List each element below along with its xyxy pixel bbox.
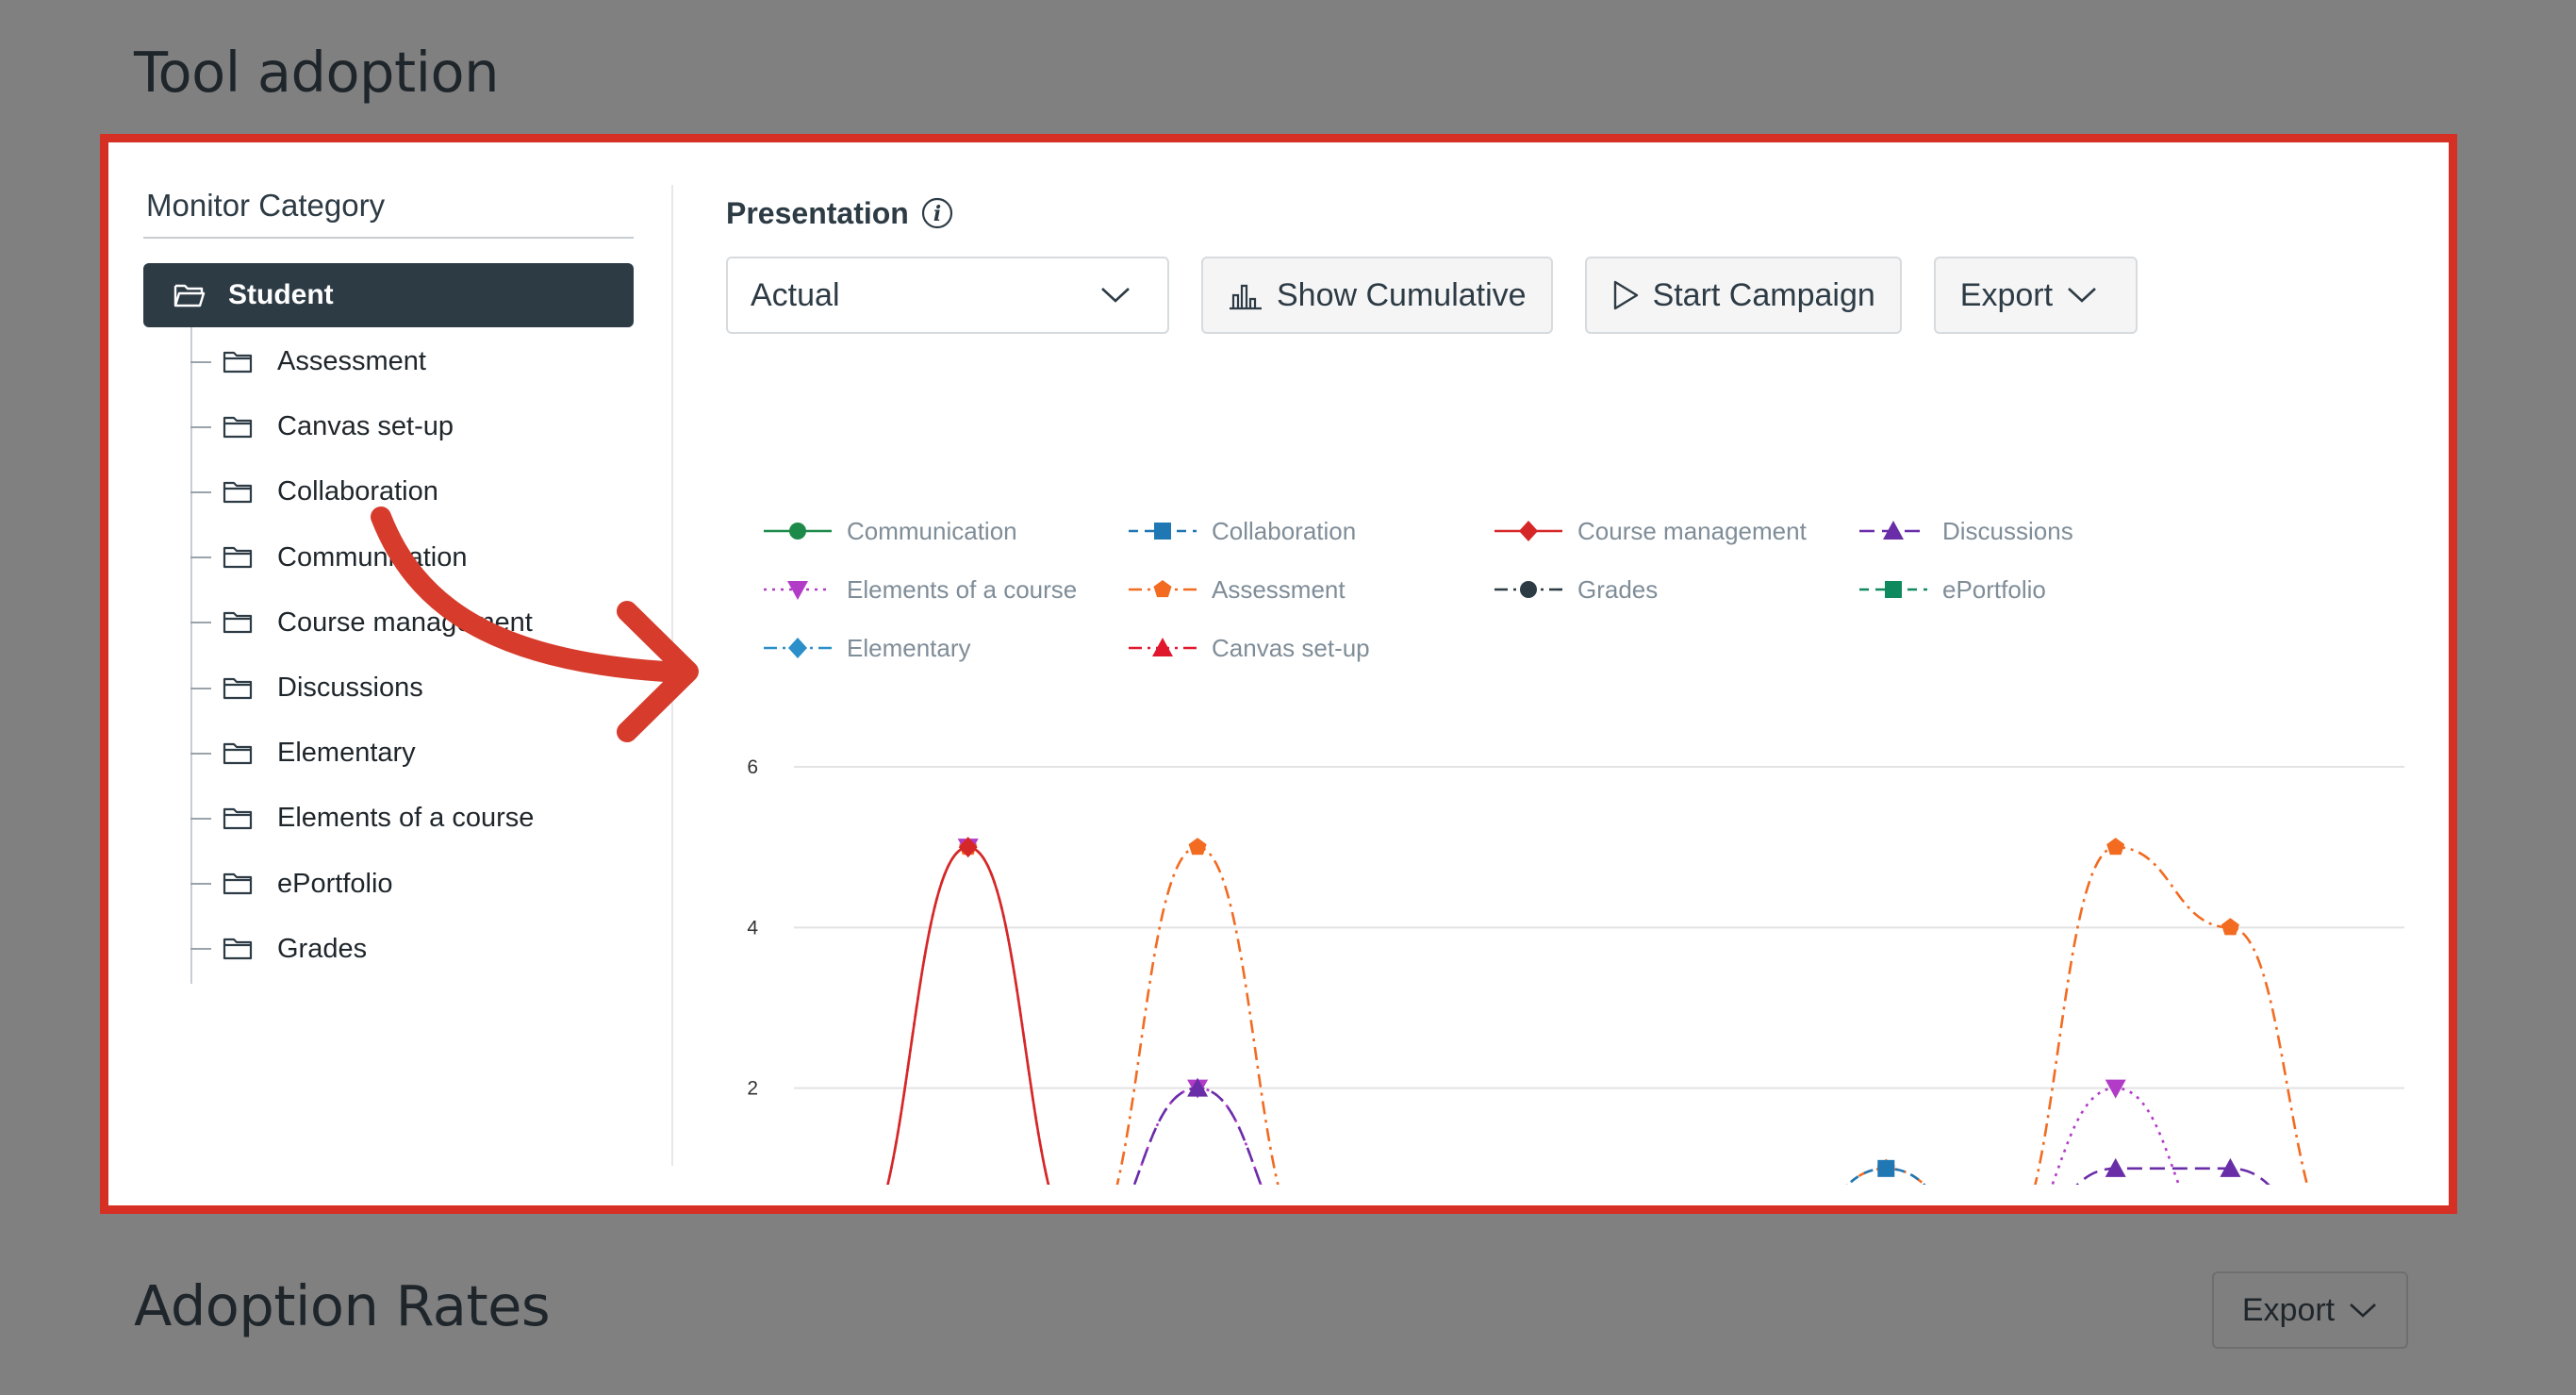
tree-item-course-management[interactable]: Course management xyxy=(190,590,634,656)
legend-item: Assessment xyxy=(1129,575,1346,604)
tree-item-label: Canvas set-up xyxy=(277,411,454,442)
legend-label: Elements of a course xyxy=(847,575,1077,604)
series-line xyxy=(886,845,2309,1185)
series-collaboration xyxy=(1846,1159,1926,1185)
legend-label: ePortfolio xyxy=(1942,575,2046,604)
tree-item-canvas-set-up[interactable]: Canvas set-up xyxy=(190,394,634,459)
legend-label: Elementary xyxy=(847,634,971,662)
tree-item-eportfolio[interactable]: ePortfolio xyxy=(190,852,634,917)
tree-item-communication[interactable]: Communication xyxy=(190,525,634,590)
tree-connector xyxy=(190,752,211,755)
legend-item: ePortfolio xyxy=(1859,575,2046,604)
series-line xyxy=(886,845,2181,1185)
tree-item-label: Discussions xyxy=(277,673,423,704)
chart-area: Presentation i Actual Show Cumulative St… xyxy=(726,185,2433,1185)
tree-connector xyxy=(190,948,211,951)
folder-icon xyxy=(223,481,253,504)
tree-item-label: Grades xyxy=(277,933,368,964)
adoption-line-chart: 0246Week 37Week 38Week 39Week 40Week 41W… xyxy=(747,517,2404,1185)
monitor-category-sidebar: Monitor Category Student Assessment Canv… xyxy=(143,178,634,1183)
legend-item: Canvas set-up xyxy=(1129,634,1370,662)
tree-item-label: Course management xyxy=(277,606,533,638)
adoption-rates-export-label: Export xyxy=(2241,1291,2336,1328)
chevron-down-icon xyxy=(2350,1304,2377,1318)
y-tick-label: 4 xyxy=(747,917,758,938)
folder-icon xyxy=(223,742,253,764)
y-tick-label: 2 xyxy=(747,1078,758,1100)
tree-item-label: Elementary xyxy=(277,738,416,769)
folder-icon xyxy=(223,938,253,960)
legend-item: Discussions xyxy=(1859,517,2073,545)
data-point xyxy=(2221,918,2239,936)
legend-marker xyxy=(789,523,806,540)
tree-connector xyxy=(190,817,211,820)
tree-connector xyxy=(190,360,211,363)
sidebar-header: Monitor Category xyxy=(143,178,634,239)
legend-label: Assessment xyxy=(1212,575,1346,604)
tree-connector xyxy=(190,556,211,559)
folder-icon xyxy=(223,807,253,830)
folder-icon xyxy=(223,351,253,373)
tree-item-discussions[interactable]: Discussions xyxy=(190,656,634,721)
tree-connector xyxy=(190,687,211,689)
tree-connector xyxy=(190,490,211,493)
adoption-rates-export-button[interactable]: Export xyxy=(2212,1271,2408,1349)
legend-item: Communication xyxy=(764,517,1017,545)
legend-label: Canvas set-up xyxy=(1212,634,1370,662)
legend-marker xyxy=(1885,581,1902,598)
legend-marker xyxy=(1519,521,1538,541)
series-discussions xyxy=(1132,1077,2271,1185)
data-point xyxy=(2106,838,2125,855)
legend-label: Discussions xyxy=(1942,517,2073,545)
tree-item-label: Collaboration xyxy=(277,476,438,507)
tree-connector xyxy=(190,425,211,428)
tree-item-label: ePortfolio xyxy=(277,868,393,899)
tree-connector xyxy=(190,622,211,624)
legend-label: Collaboration xyxy=(1212,517,1356,545)
tree-item-elementary[interactable]: Elementary xyxy=(190,721,634,786)
tree-item-collaboration[interactable]: Collaboration xyxy=(190,459,634,524)
data-point xyxy=(1877,1159,1895,1177)
folder-icon xyxy=(223,677,253,699)
folder-open-icon xyxy=(173,284,206,307)
legend-label: Grades xyxy=(1577,575,1658,604)
data-point xyxy=(1188,838,1207,855)
data-point xyxy=(2105,1157,2126,1177)
legend-item: Course management xyxy=(1494,517,1808,545)
legend-item: Collaboration xyxy=(1129,517,1356,545)
series-course-management xyxy=(886,837,1050,1185)
legend-marker xyxy=(1152,638,1173,656)
page-title: Tool adoption xyxy=(134,40,500,105)
tree-connector xyxy=(190,883,211,886)
tree-root-label: Student xyxy=(228,279,334,310)
tool-adoption-panel: Monitor Category Student Assessment Canv… xyxy=(100,134,2457,1214)
series-line xyxy=(886,845,1050,1185)
legend-item: Elementary xyxy=(764,634,971,662)
legend-marker xyxy=(1520,581,1537,598)
panel-divider xyxy=(671,185,673,1166)
tree-item-label: Assessment xyxy=(277,346,426,377)
tree-item-student[interactable]: Student xyxy=(143,263,634,327)
folder-icon xyxy=(223,547,253,569)
folder-icon xyxy=(223,416,253,438)
series-assessment xyxy=(886,838,2309,1185)
y-tick-label: 6 xyxy=(747,756,758,778)
legend-item: Elements of a course xyxy=(764,575,1077,604)
tree-item-assessment[interactable]: Assessment xyxy=(190,329,634,394)
legend-item: Grades xyxy=(1494,575,1658,604)
legend-marker xyxy=(1154,523,1171,540)
tree-item-label: Communication xyxy=(277,541,468,573)
legend-marker xyxy=(788,638,807,658)
legend-label: Course management xyxy=(1577,517,1808,545)
section-title-adoption-rates: Adoption Rates xyxy=(134,1273,551,1338)
tree-item-elements-of-a-course[interactable]: Elements of a course xyxy=(190,786,634,851)
series-elements-of-a-course xyxy=(886,839,2181,1185)
legend-marker xyxy=(1153,580,1172,598)
tree-item-label: Elements of a course xyxy=(277,803,535,834)
tree-item-grades[interactable]: Grades xyxy=(190,917,634,982)
tree-children: Assessment Canvas set-up Collaboration C… xyxy=(190,327,634,984)
folder-icon xyxy=(223,872,253,895)
folder-icon xyxy=(223,612,253,634)
legend-label: Communication xyxy=(847,517,1017,545)
